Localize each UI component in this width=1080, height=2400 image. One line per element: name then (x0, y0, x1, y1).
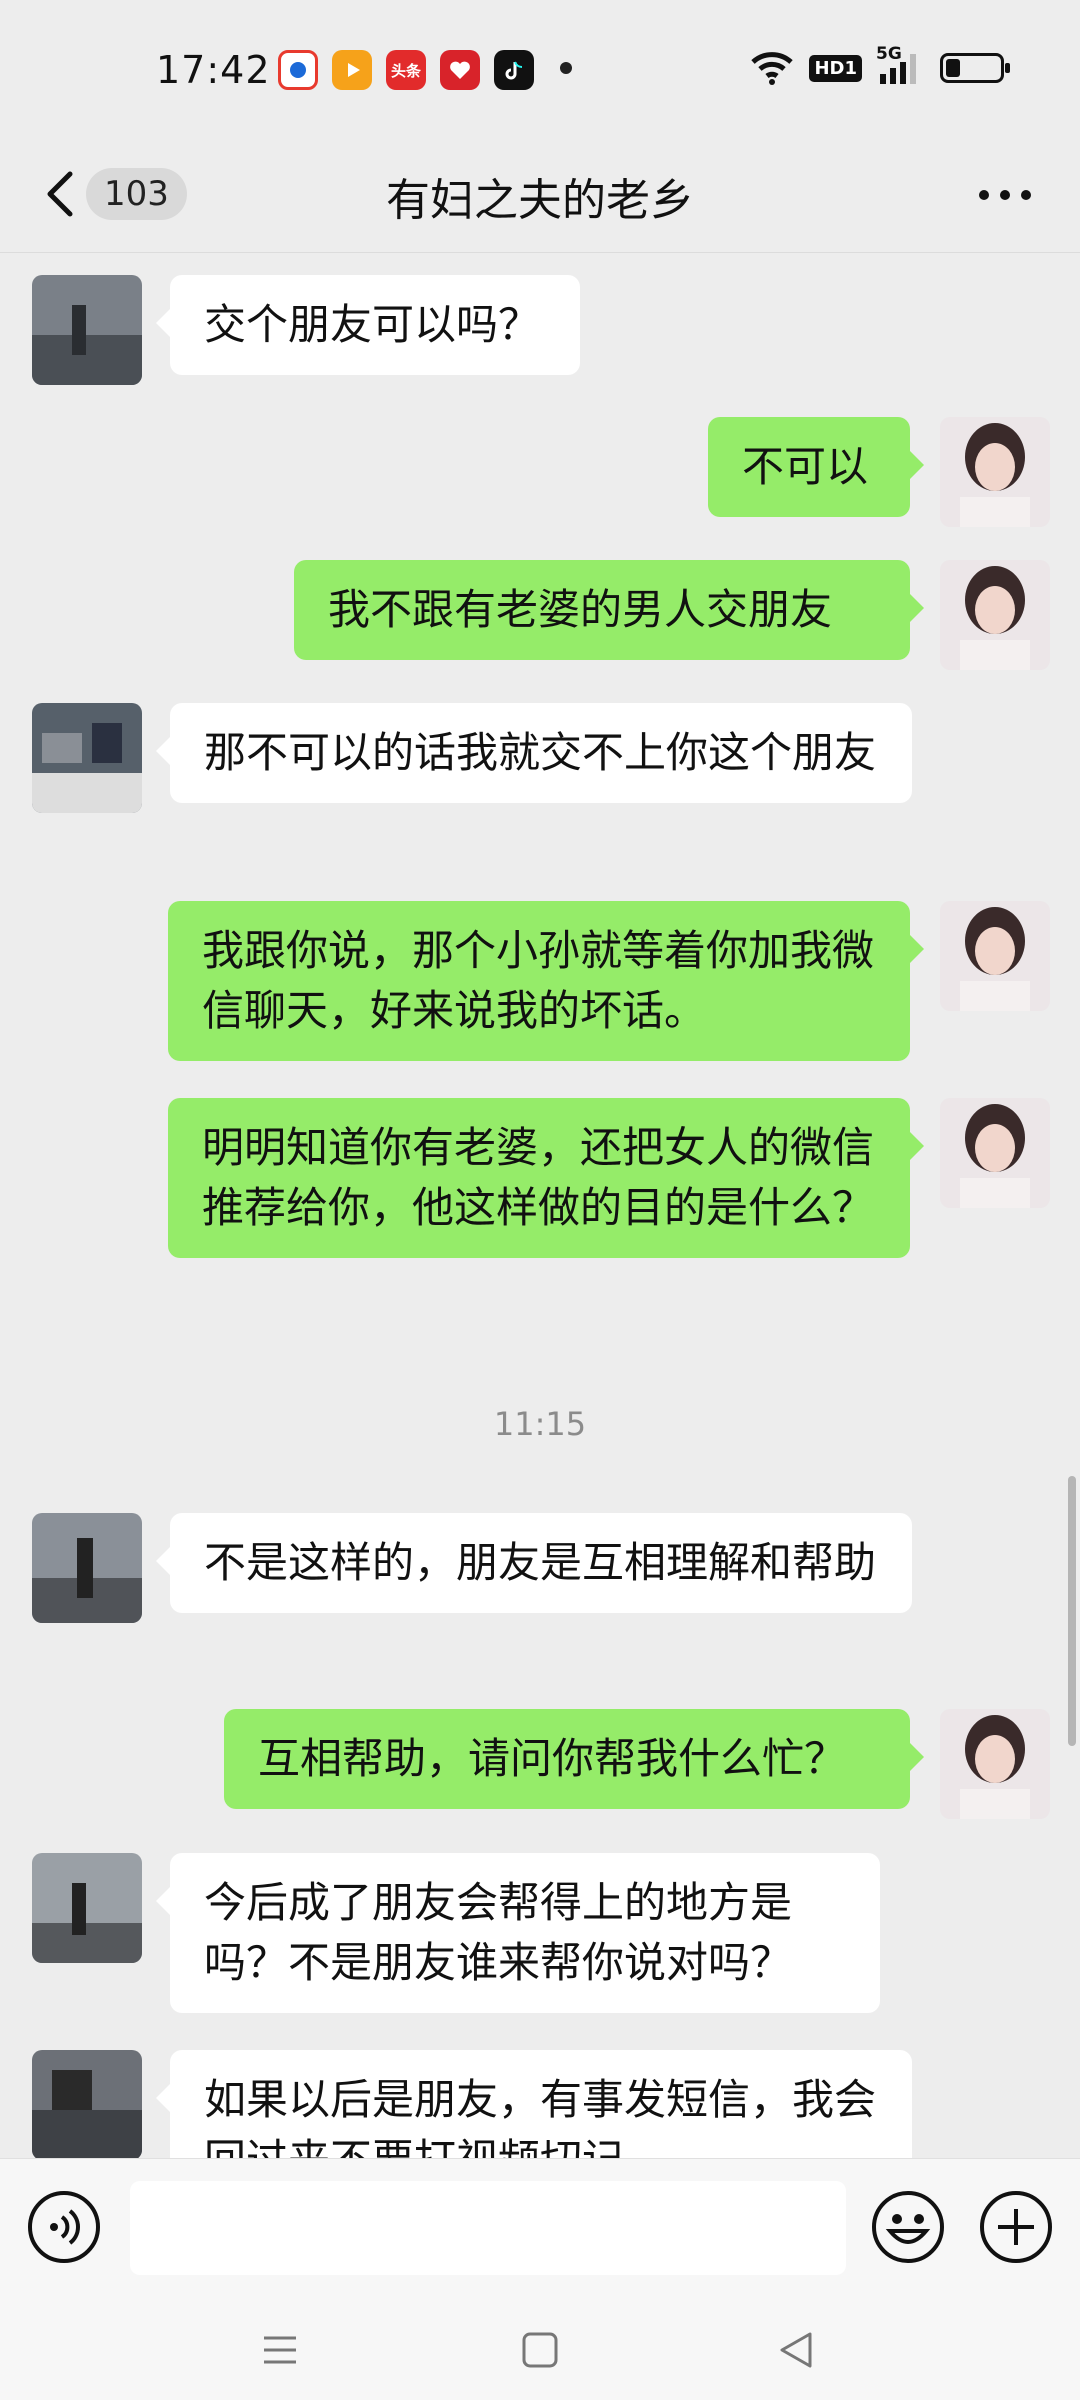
message-bubble-incoming[interactable]: 不是这样的，朋友是互相理解和帮助 (156, 1513, 912, 1613)
chat-scrollbar[interactable] (1068, 1476, 1076, 1746)
toutiao-app-icon: 头条 (386, 50, 426, 90)
redheart-app-icon (440, 50, 480, 90)
message-input[interactable] (130, 2181, 846, 2275)
chat-header: 103 有妇之夫的老乡 (0, 140, 1080, 253)
emoji-icon[interactable] (870, 2189, 946, 2265)
user-avatar[interactable] (940, 901, 1050, 1011)
message-bubble-incoming[interactable]: 今后成了朋友会帮得上的地方是吗？不是朋友谁来帮你说对吗？ (156, 1853, 880, 2013)
message-bubble-outgoing[interactable]: 明明知道你有老婆，还把女人的微信推荐给你，他这样做的目的是什么？ (168, 1098, 924, 1258)
signal-icon: 5G (876, 44, 926, 86)
home-icon[interactable] (510, 2320, 570, 2380)
more-options-icon[interactable] (970, 170, 1040, 220)
user-avatar[interactable] (940, 417, 1050, 527)
voice-input-icon[interactable] (26, 2189, 102, 2265)
message-bubble-incoming[interactable]: 那不可以的话我就交不上你这个朋友 (156, 703, 912, 803)
contact-avatar[interactable] (32, 1513, 142, 1623)
contact-avatar[interactable] (32, 275, 142, 385)
hd-voice-indicator: HD1 (809, 54, 862, 82)
message-timestamp: 11:15 (493, 1405, 587, 1443)
status-bar: 17:42 头条 HD1 5G (0, 0, 1080, 140)
message-bubble-outgoing[interactable]: 我跟你说，那个小孙就等着你加我微信聊天，好来说我的坏话。 (168, 901, 924, 1061)
message-list[interactable]: 交个朋友可以吗？ 不可以 我不跟有老婆的男人交朋友 那不可以的话我就交不上你这个… (0, 253, 1080, 2158)
status-time: 17:42 (156, 48, 271, 92)
back-nav-icon[interactable] (766, 2320, 826, 2380)
user-avatar[interactable] (940, 1709, 1050, 1819)
message-bubble-outgoing[interactable]: 我不跟有老婆的男人交朋友 (294, 560, 924, 660)
contact-avatar[interactable] (32, 1853, 142, 1963)
news-app-icon (278, 50, 318, 90)
tiktok-app-icon (494, 50, 534, 90)
message-bubble-incoming[interactable]: 如果以后是朋友，有事发短信，我会回过来不要打视频切记 (156, 2050, 912, 2158)
message-bubble-outgoing[interactable]: 不可以 (708, 417, 924, 517)
add-attachment-icon[interactable] (978, 2189, 1054, 2265)
contact-avatar[interactable] (32, 703, 142, 813)
system-indicators: HD1 5G (749, 44, 1010, 86)
notification-icons: 头条 (278, 50, 534, 90)
more-notifications-dot (560, 62, 572, 74)
user-avatar[interactable] (940, 1098, 1050, 1208)
message-bubble-incoming[interactable]: 交个朋友可以吗？ (156, 275, 580, 375)
input-bar (0, 2158, 1080, 2291)
video-app-icon (332, 50, 372, 90)
user-avatar[interactable] (940, 560, 1050, 670)
battery-icon (940, 53, 1010, 83)
menu-icon[interactable] (250, 2320, 310, 2380)
chat-title: 有妇之夫的老乡 (386, 175, 694, 226)
wifi-icon (751, 52, 794, 85)
message-bubble-outgoing[interactable]: 互相帮助，请问你帮我什么忙？ (224, 1709, 924, 1809)
contact-avatar[interactable] (32, 2050, 142, 2158)
system-nav-bar (0, 2290, 1080, 2400)
